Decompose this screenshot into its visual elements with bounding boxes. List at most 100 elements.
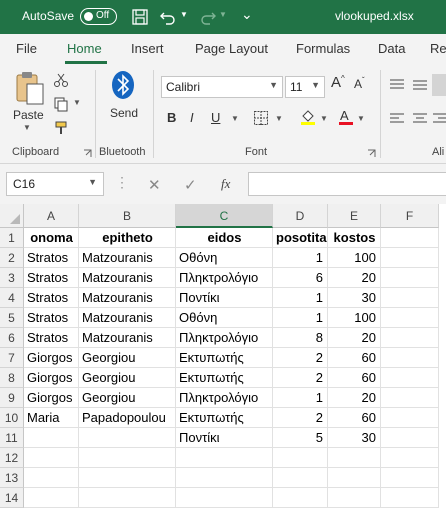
column-header-b[interactable]: B	[79, 204, 176, 228]
cell-c6[interactable]: Πληκτρολόγιο	[176, 328, 273, 348]
autosave-toggle[interactable]: Off	[80, 8, 117, 25]
cell-e6[interactable]: 20	[328, 328, 381, 348]
cell-b14[interactable]	[79, 488, 176, 508]
tab-data[interactable]: Data	[378, 41, 405, 56]
copy-icon[interactable]	[53, 96, 69, 112]
cell-e2[interactable]: 100	[328, 248, 381, 268]
paste-button[interactable]: Paste ▼	[10, 68, 50, 132]
bold-button[interactable]: B	[167, 110, 176, 125]
font-name-select[interactable]: Calibri ▼	[161, 76, 283, 98]
cell-f5[interactable]	[381, 308, 439, 328]
cell-b1[interactable]: epitheto	[79, 228, 176, 248]
cell-d5[interactable]: 1	[273, 308, 328, 328]
column-header-e[interactable]: E	[328, 204, 381, 228]
cell-e5[interactable]: 100	[328, 308, 381, 328]
cell-c12[interactable]	[176, 448, 273, 468]
tab-file[interactable]: File	[16, 41, 37, 56]
cell-e11[interactable]: 30	[328, 428, 381, 448]
cell-c10[interactable]: Εκτυπωτής	[176, 408, 273, 428]
cell-f13[interactable]	[381, 468, 439, 488]
column-header-d[interactable]: D	[273, 204, 328, 228]
font-color-dropdown-icon[interactable]: ▼	[357, 114, 365, 123]
name-box[interactable]: C16 ▼	[6, 172, 104, 196]
increase-font-icon[interactable]: A^	[331, 74, 345, 91]
cell-b13[interactable]	[79, 468, 176, 488]
tab-formulas[interactable]: Formulas	[296, 41, 350, 56]
cell-f3[interactable]	[381, 268, 439, 288]
cell-b8[interactable]: Georgiou	[79, 368, 176, 388]
tab-insert[interactable]: Insert	[131, 41, 164, 56]
cell-a11[interactable]	[24, 428, 79, 448]
format-painter-icon[interactable]	[53, 120, 69, 136]
align-bottom-button[interactable]	[432, 74, 446, 96]
cell-a10[interactable]: Maria	[24, 408, 79, 428]
cell-a5[interactable]: Stratos	[24, 308, 79, 328]
cell-a14[interactable]	[24, 488, 79, 508]
cell-b4[interactable]: Matzouranis	[79, 288, 176, 308]
save-icon[interactable]	[130, 7, 150, 27]
cell-f9[interactable]	[381, 388, 439, 408]
cell-c11[interactable]: Ποντίκι	[176, 428, 273, 448]
row-header-8[interactable]: 8	[0, 368, 24, 388]
cell-a9[interactable]: Giorgos	[24, 388, 79, 408]
cell-d4[interactable]: 1	[273, 288, 328, 308]
cell-f7[interactable]	[381, 348, 439, 368]
cell-d6[interactable]: 8	[273, 328, 328, 348]
row-header-11[interactable]: 11	[0, 428, 24, 448]
cell-d10[interactable]: 2	[273, 408, 328, 428]
paste-dropdown-icon[interactable]: ▼	[23, 123, 31, 132]
row-header-7[interactable]: 7	[0, 348, 24, 368]
borders-dropdown-icon[interactable]: ▼	[275, 114, 283, 123]
cell-c5[interactable]: Οθόνη	[176, 308, 273, 328]
borders-icon[interactable]	[253, 110, 269, 126]
cut-icon[interactable]	[53, 72, 69, 88]
cell-a8[interactable]: Giorgos	[24, 368, 79, 388]
cell-e4[interactable]: 30	[328, 288, 381, 308]
italic-button[interactable]: I	[190, 110, 194, 125]
cell-d9[interactable]: 1	[273, 388, 328, 408]
cell-f10[interactable]	[381, 408, 439, 428]
cell-b6[interactable]: Matzouranis	[79, 328, 176, 348]
cell-d13[interactable]	[273, 468, 328, 488]
cell-e10[interactable]: 60	[328, 408, 381, 428]
cell-e14[interactable]	[328, 488, 381, 508]
cell-b9[interactable]: Georgiou	[79, 388, 176, 408]
row-header-2[interactable]: 2	[0, 248, 24, 268]
insert-function-icon[interactable]: fx	[221, 176, 230, 192]
cell-d11[interactable]: 5	[273, 428, 328, 448]
cell-e7[interactable]: 60	[328, 348, 381, 368]
align-center-icon[interactable]	[412, 112, 428, 126]
formula-input[interactable]	[248, 172, 446, 196]
cell-f4[interactable]	[381, 288, 439, 308]
cell-e8[interactable]: 60	[328, 368, 381, 388]
cell-e13[interactable]	[328, 468, 381, 488]
row-header-3[interactable]: 3	[0, 268, 24, 288]
fill-color-icon[interactable]	[299, 108, 317, 126]
copy-dropdown-icon[interactable]: ▼	[73, 98, 81, 107]
align-top-icon[interactable]	[389, 78, 405, 92]
cell-a7[interactable]: Giorgos	[24, 348, 79, 368]
underline-dropdown-icon[interactable]: ▼	[231, 114, 239, 123]
row-header-5[interactable]: 5	[0, 308, 24, 328]
tab-home[interactable]: Home	[67, 41, 102, 56]
cell-d12[interactable]	[273, 448, 328, 468]
cell-c13[interactable]	[176, 468, 273, 488]
customize-toolbar-icon[interactable]: ⌄	[241, 6, 253, 23]
tab-review[interactable]: Re	[430, 41, 446, 56]
cell-c9[interactable]: Πληκτρολόγιο	[176, 388, 273, 408]
column-header-a[interactable]: A	[24, 204, 79, 228]
cell-f12[interactable]	[381, 448, 439, 468]
cell-a6[interactable]: Stratos	[24, 328, 79, 348]
row-header-1[interactable]: 1	[0, 228, 24, 248]
cell-a1[interactable]: onoma	[24, 228, 79, 248]
cell-b3[interactable]: Matzouranis	[79, 268, 176, 288]
cell-f6[interactable]	[381, 328, 439, 348]
row-header-12[interactable]: 12	[0, 448, 24, 468]
cell-b11[interactable]	[79, 428, 176, 448]
cell-f8[interactable]	[381, 368, 439, 388]
cell-e1[interactable]: kostos	[328, 228, 381, 248]
cell-d1[interactable]: posotita	[273, 228, 328, 248]
fill-color-dropdown-icon[interactable]: ▼	[320, 114, 328, 123]
row-header-4[interactable]: 4	[0, 288, 24, 308]
cell-f11[interactable]	[381, 428, 439, 448]
